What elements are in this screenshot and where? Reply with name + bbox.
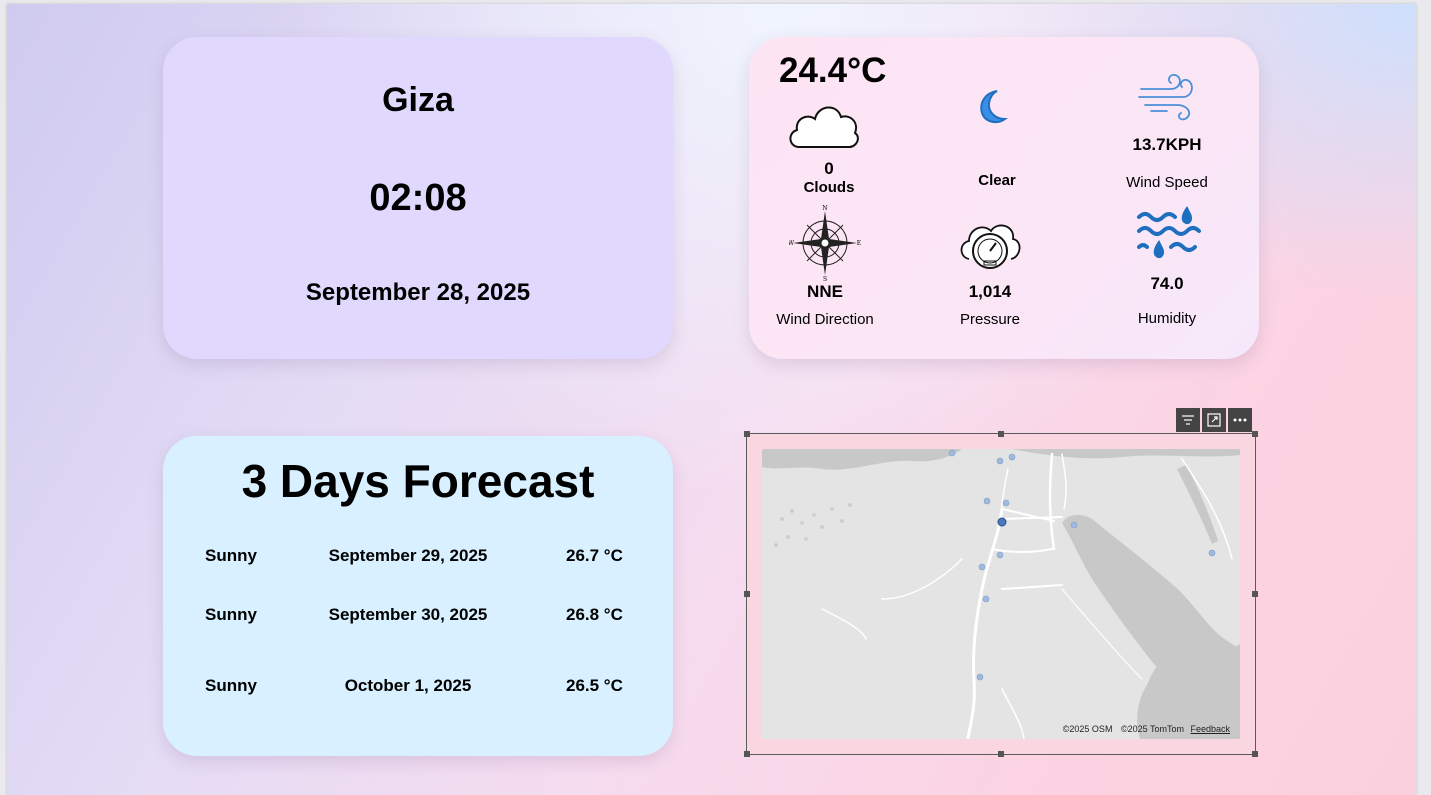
pressure-value: 1,014	[968, 282, 1012, 301]
map-geography	[762, 449, 1240, 739]
forecast-temp: 26.7 °C	[566, 546, 623, 565]
location-card: Giza 02:08 September 28, 2025	[163, 37, 673, 359]
focus-mode-icon[interactable]	[1202, 408, 1226, 432]
forecast-title: 3 Days Forecast	[241, 455, 595, 507]
tomtom-attribution: ©2025 TomTom	[1120, 724, 1184, 734]
pressure-gauge-icon	[957, 213, 1023, 280]
report-canvas: Giza 02:08 September 28, 2025 24.4°C 0 C…	[7, 4, 1416, 795]
cloud-icon	[785, 97, 861, 158]
forecast-row: Sunny September 30, 2025 26.8 °C	[163, 605, 673, 629]
resize-handle[interactable]	[998, 431, 1004, 437]
resize-handle[interactable]	[744, 751, 750, 757]
forecast-date: October 1, 2025	[344, 676, 472, 695]
humidity-icon	[1135, 203, 1203, 270]
current-temperature: 24.4°C	[779, 51, 887, 90]
forecast-temp: 26.5 °C	[566, 676, 623, 695]
visual-header-toolbar	[1176, 408, 1252, 432]
resize-handle[interactable]	[1252, 591, 1258, 597]
resize-handle[interactable]	[744, 591, 750, 597]
city-name: Giza	[382, 81, 454, 119]
map-canvas[interactable]: ©2025 OSM ©2025 TomTom Feedback	[762, 449, 1240, 739]
clouds-value: 0	[824, 159, 834, 178]
forecast-date: September 30, 2025	[328, 605, 488, 624]
pressure-label: Pressure	[959, 311, 1021, 328]
forecast-condition: Sunny	[205, 605, 257, 624]
wind-direction-value: NNE	[807, 282, 843, 301]
moon-icon	[973, 87, 1013, 132]
forecast-card: 3 Days Forecast Sunny September 29, 2025…	[163, 436, 673, 756]
map-attribution: ©2025 OSM ©2025 TomTom Feedback	[1063, 724, 1230, 734]
resize-handle[interactable]	[744, 431, 750, 437]
compass-letter-w: W	[789, 240, 795, 247]
humidity-label: Humidity	[1137, 310, 1197, 327]
forecast-row: Sunny September 29, 2025 26.7 °C	[163, 546, 673, 570]
resize-handle[interactable]	[998, 751, 1004, 757]
map-visual[interactable]: ©2025 OSM ©2025 TomTom Feedback	[744, 431, 1258, 757]
feedback-link[interactable]: Feedback	[1190, 724, 1230, 734]
resize-handle[interactable]	[1252, 431, 1258, 437]
forecast-temp: 26.8 °C	[566, 605, 623, 624]
wind-icon	[1137, 67, 1201, 132]
forecast-row: Sunny October 1, 2025 26.5 °C	[163, 676, 673, 700]
wind-speed-value: 13.7KPH	[1132, 135, 1202, 154]
wind-speed-label: Wind Speed	[1126, 174, 1208, 191]
resize-handle[interactable]	[1252, 751, 1258, 757]
clouds-label: Clouds	[803, 179, 855, 196]
compass-letter-s: S	[823, 276, 827, 281]
forecast-condition: Sunny	[205, 546, 257, 565]
wind-direction-label: Wind Direction	[776, 311, 874, 328]
current-date: September 28, 2025	[305, 279, 531, 306]
forecast-date: September 29, 2025	[328, 546, 488, 565]
filter-icon[interactable]	[1176, 408, 1200, 432]
compass-letter-n: N	[822, 205, 827, 212]
compass-icon: N S E W	[788, 205, 861, 286]
osm-attribution: ©2025 OSM	[1062, 724, 1113, 734]
local-time: 02:08	[369, 177, 467, 219]
condition-label: Clear	[978, 172, 1016, 189]
compass-letter-e: E	[857, 240, 861, 247]
humidity-value: 74.0	[1150, 274, 1184, 293]
forecast-condition: Sunny	[205, 676, 257, 695]
current-conditions-card: 24.4°C 0 Clouds Clear 13.7KPH Wind Speed…	[749, 37, 1259, 359]
more-options-icon[interactable]	[1228, 408, 1252, 432]
